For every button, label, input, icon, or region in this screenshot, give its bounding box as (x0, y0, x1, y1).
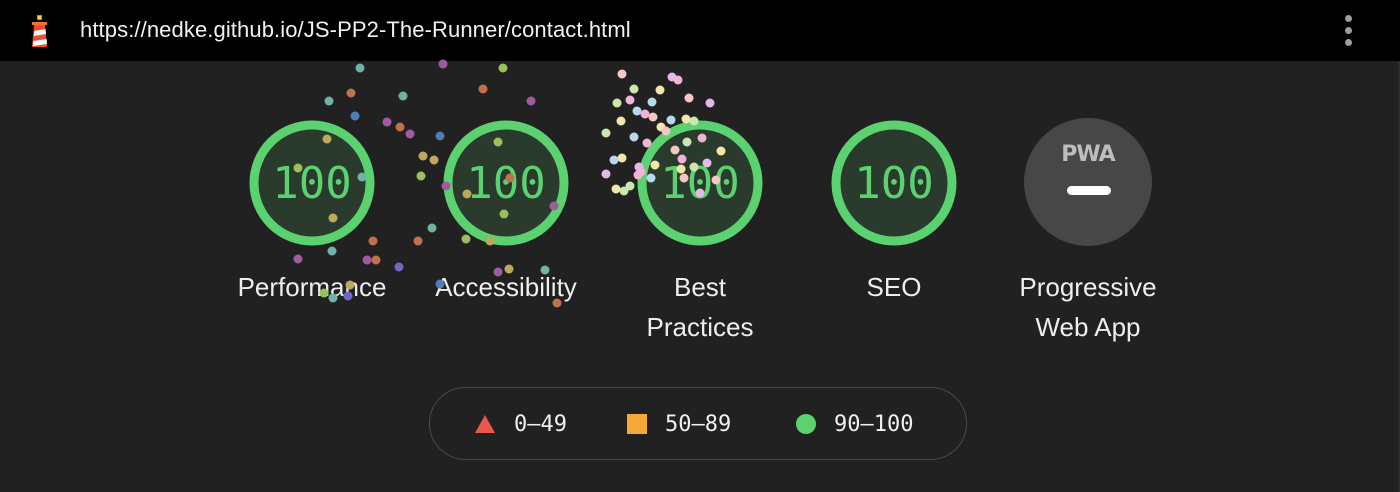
accessibility-score: 100 (466, 157, 546, 209)
square-icon (627, 414, 647, 434)
seo-score: 100 (854, 157, 934, 209)
legend-item-pass: 90–100 (796, 410, 913, 438)
performance-label: Performance (237, 272, 387, 302)
score-scale-legend: 0–49 50–89 90–100 (429, 387, 967, 460)
performance-gauge[interactable]: 100 (247, 118, 377, 248)
legend-range-pass: 90–100 (834, 411, 914, 437)
pwa-badge[interactable]: PWA (1024, 118, 1152, 246)
pwa-badge-text: PWA (1061, 142, 1115, 167)
best-practices-score: 100 (660, 157, 740, 209)
pwa-dash-icon (1067, 186, 1111, 195)
triangle-icon (475, 415, 495, 433)
pwa-label-line1: Progressive (1019, 272, 1157, 302)
circle-icon (796, 414, 816, 434)
legend-range-average: 50–89 (665, 411, 732, 437)
accessibility-label: Accessibility (435, 272, 577, 302)
pwa-label: Progressive Web App (988, 267, 1188, 347)
legend-item-average: 50–89 (627, 410, 731, 438)
legend-item-fail: 0–49 (474, 410, 567, 438)
best-practices-label-line1: Best (673, 272, 727, 302)
legend-range-fail: 0–49 (514, 411, 567, 437)
best-practices-gauge[interactable]: 100 (635, 118, 765, 248)
seo-label: SEO (866, 272, 922, 302)
accessibility-gauge[interactable]: 100 (441, 118, 571, 248)
best-practices-label: Best Practices (600, 267, 800, 347)
seo-gauge[interactable]: 100 (829, 118, 959, 248)
pwa-label-line2: Web App (1035, 312, 1141, 342)
performance-score: 100 (272, 157, 352, 209)
best-practices-label-line2: Practices (646, 312, 754, 342)
